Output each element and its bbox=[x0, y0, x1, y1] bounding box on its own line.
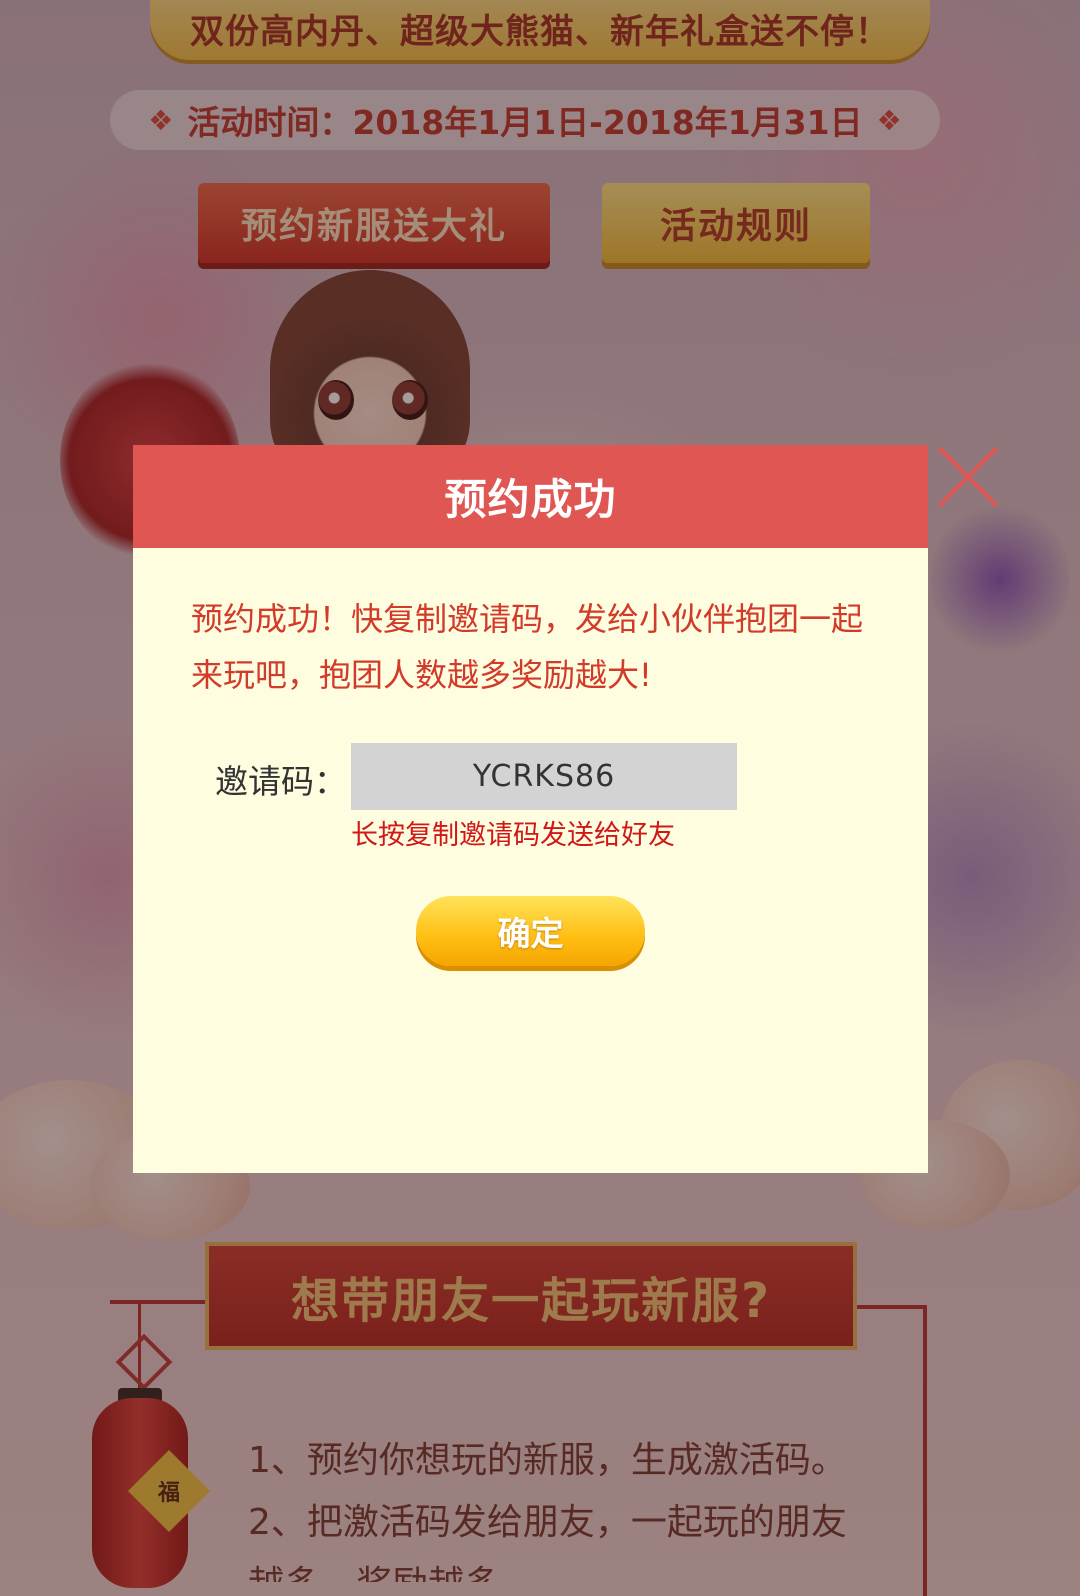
invite-code-label: 邀请码： bbox=[215, 762, 347, 801]
invite-code-hint: 长按复制邀请码发送给好友 bbox=[351, 820, 675, 851]
close-icon-graphic bbox=[937, 446, 999, 508]
invite-code-field[interactable] bbox=[351, 743, 737, 810]
close-icon[interactable] bbox=[933, 442, 1003, 512]
dialog-message: 预约成功！快复制邀请码，发给小伙伴抱团一起来玩吧，抱团人数越多奖励越大! bbox=[191, 600, 864, 694]
confirm-button[interactable]: 确定 bbox=[416, 896, 645, 966]
reservation-success-dialog: 预约成功 预约成功！快复制邀请码，发给小伙伴抱团一起来玩吧，抱团人数越多奖励越大… bbox=[133, 445, 928, 1173]
dialog-title: 预约成功 bbox=[444, 475, 617, 524]
dialog-header: 预约成功 bbox=[133, 445, 928, 548]
